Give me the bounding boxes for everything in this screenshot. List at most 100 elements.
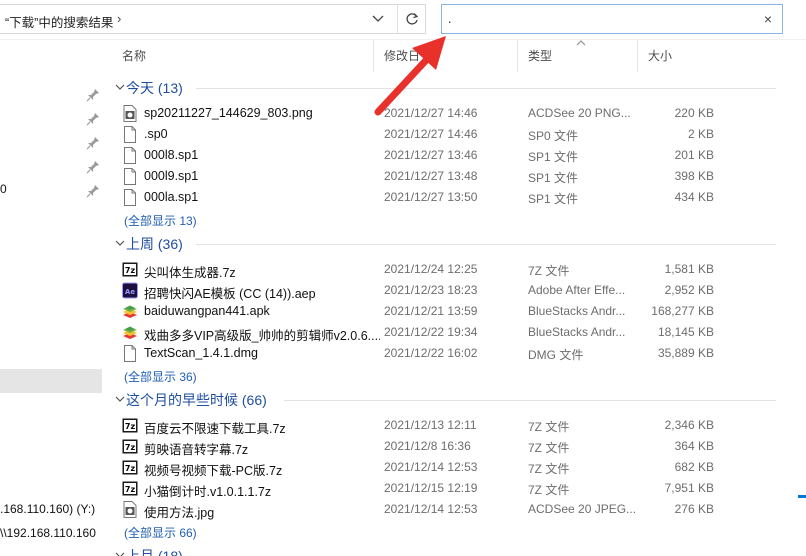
file-name: 000l9.sp1 bbox=[144, 169, 199, 183]
search-box[interactable]: × bbox=[441, 4, 783, 34]
7z-icon: 7z bbox=[122, 460, 138, 475]
file-name: 视频号视频下载-PC版.7z bbox=[144, 464, 283, 478]
column-header-date[interactable]: 修改日 bbox=[374, 40, 518, 72]
group-divider bbox=[196, 88, 776, 89]
column-header-name[interactable]: 名称 bbox=[112, 40, 374, 72]
pin-icon[interactable] bbox=[86, 136, 100, 150]
pin-icon[interactable] bbox=[86, 184, 100, 198]
chevron-down-icon[interactable] bbox=[114, 80, 126, 94]
file-icon bbox=[124, 168, 136, 185]
address-bar[interactable]: “下载”中的搜索结果 › bbox=[0, 4, 426, 34]
refresh-button[interactable] bbox=[397, 5, 425, 33]
address-dropdown-button[interactable] bbox=[365, 5, 391, 33]
list-item[interactable]: 戏曲多多VIP高级版_帅帅的剪辑师v2.0.6.... 2021/12/22 1… bbox=[112, 322, 776, 343]
file-type: 7Z 文件 bbox=[528, 462, 570, 476]
pin-icon[interactable] bbox=[86, 88, 100, 102]
pin-icon[interactable] bbox=[86, 112, 100, 126]
bluestacks-icon bbox=[123, 305, 137, 318]
chevron-down-icon[interactable] bbox=[114, 392, 126, 406]
file-type: SP0 文件 bbox=[528, 129, 579, 143]
file-name: 000l8.sp1 bbox=[144, 148, 199, 162]
file-size: 2,952 KB bbox=[664, 283, 714, 297]
group-header-last-week[interactable]: 上周 (36) bbox=[112, 233, 776, 255]
file-type: 7Z 文件 bbox=[528, 420, 570, 434]
ae-icon: Ae bbox=[122, 282, 138, 299]
file-name: .sp0 bbox=[144, 127, 168, 141]
file-size: 201 KB bbox=[674, 148, 714, 162]
list-item[interactable]: 000la.sp1 2021/12/27 13:50 SP1 文件 434 KB bbox=[112, 187, 776, 208]
file-name: 使用方法.jpg bbox=[144, 506, 215, 520]
scrollbar-thumb[interactable] bbox=[798, 495, 806, 498]
file-date: 2021/12/13 12:11 bbox=[384, 418, 477, 432]
breadcrumb[interactable]: “下载”中的搜索结果 bbox=[5, 12, 113, 31]
file-date: 2021/12/23 18:23 bbox=[384, 283, 478, 297]
group-title: 这个月的早些时候 (66) bbox=[126, 392, 267, 408]
list-item[interactable]: 使用方法.jpg 2021/12/14 12:53 ACDSee 20 JPEG… bbox=[112, 499, 776, 520]
nav-item[interactable]: 0 bbox=[0, 182, 7, 196]
file-date: 2021/12/22 19:34 bbox=[384, 325, 478, 339]
svg-text:7z: 7z bbox=[125, 422, 136, 431]
file-date: 2021/12/27 14:46 bbox=[384, 106, 478, 120]
list-item[interactable]: Ae 招聘快闪AE模板 (CC (14)).aep 2021/12/23 18:… bbox=[112, 280, 776, 301]
file-size: 364 KB bbox=[674, 439, 714, 453]
sort-ascending-icon bbox=[576, 40, 586, 46]
list-item[interactable]: .sp0 2021/12/27 14:46 SP0 文件 2 KB bbox=[112, 124, 776, 145]
file-type: SP1 文件 bbox=[528, 150, 579, 164]
svg-text:Ae: Ae bbox=[125, 288, 135, 296]
file-type: Adobe After Effe... bbox=[528, 283, 626, 297]
search-input[interactable] bbox=[448, 10, 748, 28]
svg-text:7z: 7z bbox=[125, 485, 136, 494]
file-name: 000la.sp1 bbox=[144, 190, 199, 204]
group-header-last-month[interactable]: 上月 (18) bbox=[112, 545, 776, 556]
file-date: 2021/12/21 13:59 bbox=[384, 304, 478, 318]
breadcrumb-chevron-icon[interactable]: › bbox=[117, 11, 121, 26]
list-item[interactable]: 7z 百度云不限速下载工具.7z 2021/12/13 12:11 7Z 文件 … bbox=[112, 415, 776, 436]
file-size: 2,346 KB bbox=[664, 418, 714, 432]
chevron-down-icon[interactable] bbox=[114, 548, 126, 556]
file-size: 168,277 KB bbox=[651, 304, 714, 318]
list-item[interactable]: 000l8.sp1 2021/12/27 13:46 SP1 文件 201 KB bbox=[112, 145, 776, 166]
vertical-scrollbar[interactable] bbox=[782, 40, 806, 556]
list-item[interactable]: TextScan_1.4.1.dmg 2021/12/22 16:02 DMG … bbox=[112, 343, 776, 364]
nav-item-network-share[interactable]: \\192.168.110.160 bbox=[0, 526, 96, 540]
list-item[interactable]: 000l9.sp1 2021/12/27 13:48 SP1 文件 398 KB bbox=[112, 166, 776, 187]
7z-icon: 7z bbox=[122, 439, 138, 454]
file-icon bbox=[124, 189, 136, 206]
list-item[interactable]: 7z 小猫倒计时.v1.0.1.1.7z 2021/12/15 12:19 7Z… bbox=[112, 478, 776, 499]
group-divider bbox=[284, 400, 776, 401]
list-item[interactable]: 7z 视频号视频下载-PC版.7z 2021/12/14 12:53 7Z 文件… bbox=[112, 457, 776, 478]
list-item[interactable]: 7z 剪映语音转字幕.7z 2021/12/8 16:36 7Z 文件 364 … bbox=[112, 436, 776, 457]
file-icon bbox=[124, 126, 136, 143]
refresh-icon bbox=[405, 13, 418, 25]
list-item[interactable]: sp20211227_144629_803.png 2021/12/27 14:… bbox=[112, 103, 776, 124]
show-all-link[interactable]: (全部显示 66) bbox=[124, 524, 197, 541]
column-header-size[interactable]: 大小 bbox=[638, 40, 718, 72]
file-date: 2021/12/27 13:46 bbox=[384, 148, 478, 162]
file-size: 276 KB bbox=[674, 502, 714, 516]
group-divider bbox=[196, 244, 776, 245]
file-type: SP1 文件 bbox=[528, 192, 579, 206]
pin-icon[interactable] bbox=[86, 160, 100, 174]
file-type: 7Z 文件 bbox=[528, 264, 570, 278]
file-date: 2021/12/27 13:50 bbox=[384, 190, 478, 204]
file-name: 小猫倒计时.v1.0.1.1.7z bbox=[144, 485, 272, 499]
list-item[interactable]: 7z 尖叫体生成器.7z 2021/12/24 12:25 7Z 文件 1,58… bbox=[112, 259, 776, 280]
svg-text:7z: 7z bbox=[125, 443, 136, 452]
file-name: baiduwangpan441.apk bbox=[144, 304, 270, 318]
show-all-link[interactable]: (全部显示 13) bbox=[124, 212, 197, 229]
7z-icon: 7z bbox=[122, 262, 138, 277]
group-header-earlier-this-month[interactable]: 这个月的早些时候 (66) bbox=[112, 389, 776, 411]
nav-item-selected[interactable] bbox=[0, 369, 102, 393]
show-all-link[interactable]: (全部显示 36) bbox=[124, 368, 197, 385]
chevron-down-icon[interactable] bbox=[114, 236, 126, 250]
file-date: 2021/12/14 12:53 bbox=[384, 460, 478, 474]
group-header-today[interactable]: 今天 (13) bbox=[112, 77, 776, 99]
close-icon[interactable]: × bbox=[760, 10, 776, 28]
nav-item-network-drive[interactable]: .168.110.160) (Y:) bbox=[0, 502, 95, 516]
file-name: 剪映语音转字幕.7z bbox=[144, 443, 249, 457]
list-item[interactable]: baiduwangpan441.apk 2021/12/21 13:59 Blu… bbox=[112, 301, 776, 322]
file-type: DMG 文件 bbox=[528, 348, 584, 362]
file-size: 7,951 KB bbox=[664, 481, 714, 495]
group-title: 上月 (18) bbox=[126, 548, 183, 556]
bluestacks-icon bbox=[123, 326, 137, 339]
